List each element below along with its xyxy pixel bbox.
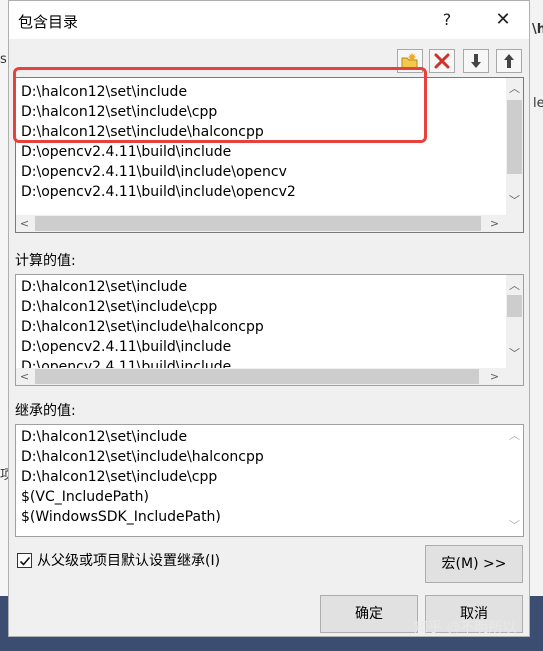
scroll-up-arrow-icon[interactable]: ︿ bbox=[506, 427, 523, 444]
computed-values-list[interactable]: D:\halcon12\set\include D:\halcon12\set\… bbox=[15, 274, 524, 386]
vertical-scrollbar[interactable]: ︿ ﹀ bbox=[506, 425, 523, 536]
title-bar: 包含目录 ? ✕ bbox=[9, 1, 529, 39]
scroll-thumb[interactable] bbox=[35, 216, 481, 231]
inherited-values-list[interactable]: D:\halcon12\set\include D:\halcon12\set\… bbox=[15, 424, 524, 537]
scroll-up-arrow-icon[interactable]: ︿ bbox=[506, 277, 523, 294]
ok-button[interactable]: 确定 bbox=[320, 595, 418, 633]
vertical-scrollbar[interactable]: ︿ ﹀ bbox=[506, 78, 523, 215]
scroll-left-arrow-icon[interactable]: < bbox=[16, 215, 33, 232]
scroll-right-arrow-icon[interactable]: > bbox=[486, 368, 503, 385]
dialog-title: 包含目录 bbox=[18, 13, 79, 31]
scroll-left-arrow-icon[interactable]: < bbox=[16, 368, 33, 385]
list-item[interactable]: D:\halcon12\set\include\cpp bbox=[21, 102, 217, 122]
scroll-thumb[interactable] bbox=[507, 100, 522, 174]
inherited-values-label: 继承的值: bbox=[15, 403, 76, 419]
list-item[interactable]: D:\opencv2.4.11\build\include bbox=[21, 142, 231, 162]
background-text: le bbox=[533, 96, 543, 111]
scroll-down-arrow-icon[interactable]: ﹀ bbox=[506, 345, 523, 362]
list-item: D:\opencv2.4.11\build\include bbox=[21, 339, 232, 355]
list-item[interactable]: D:\opencv2.4.11\build\include\opencv2 bbox=[21, 182, 296, 202]
scrollbar-corner bbox=[506, 215, 523, 232]
scrollbar-corner bbox=[506, 368, 523, 385]
scroll-right-arrow-icon[interactable]: > bbox=[486, 215, 503, 232]
close-button[interactable]: ✕ bbox=[489, 8, 517, 32]
list-item: D:\halcon12\set\include\cpp bbox=[21, 469, 218, 485]
move-down-button[interactable] bbox=[463, 49, 489, 73]
list-item: D:\halcon12\set\include\cpp bbox=[21, 299, 218, 315]
list-item[interactable]: D:\opencv2.4.11\build\include\opencv bbox=[21, 162, 287, 182]
new-line-button[interactable] bbox=[397, 49, 423, 73]
horizontal-scrollbar[interactable]: < > bbox=[16, 215, 506, 232]
horizontal-scrollbar[interactable]: < > bbox=[16, 368, 506, 385]
include-directories-dialog: 包含目录 ? ✕ D:\halcon12\set\include D:\halc… bbox=[8, 0, 530, 637]
list-item: D:\halcon12\set\include bbox=[21, 279, 188, 295]
help-button[interactable]: ? bbox=[433, 8, 461, 32]
scroll-down-arrow-icon[interactable]: ﹀ bbox=[506, 517, 523, 534]
scroll-thumb[interactable] bbox=[507, 295, 522, 317]
inherit-checkbox[interactable] bbox=[17, 553, 32, 568]
background-text: \h bbox=[532, 22, 543, 37]
list-item: D:\halcon12\set\include\halconcpp bbox=[21, 449, 264, 465]
list-item: D:\halcon12\set\include bbox=[21, 429, 188, 445]
list-item[interactable]: D:\halcon12\set\include\halconcpp bbox=[21, 122, 264, 142]
vertical-scrollbar[interactable]: ︿ ﹀ bbox=[506, 275, 523, 368]
computed-values-label: 计算的值: bbox=[15, 253, 76, 269]
include-directories-list[interactable]: D:\halcon12\set\include D:\halcon12\set\… bbox=[15, 77, 524, 233]
scroll-thumb[interactable] bbox=[35, 369, 479, 384]
macro-button[interactable]: 宏(M) >> bbox=[425, 545, 523, 583]
scroll-up-arrow-icon[interactable]: ︿ bbox=[506, 80, 523, 97]
list-item: $(VC_IncludePath) bbox=[21, 489, 149, 505]
delete-button[interactable] bbox=[429, 49, 455, 73]
scroll-down-arrow-icon[interactable]: ﹀ bbox=[506, 192, 523, 209]
watermark-text: 知乎 @不明所以 bbox=[414, 620, 517, 636]
inherit-checkbox-label[interactable]: 从父级或项目默认设置继承(I) bbox=[37, 550, 220, 570]
background-text: s bbox=[0, 52, 7, 67]
move-up-button[interactable] bbox=[496, 49, 522, 73]
list-item: $(WindowsSDK_IncludePath) bbox=[21, 509, 221, 525]
list-item: D:\halcon12\set\include\halconcpp bbox=[21, 319, 264, 335]
list-item[interactable]: D:\halcon12\set\include bbox=[21, 82, 187, 102]
